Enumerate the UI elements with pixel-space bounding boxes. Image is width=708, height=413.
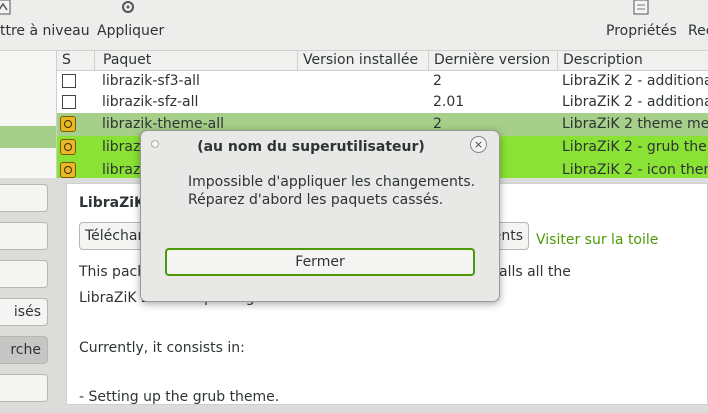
filter-button-search[interactable]: rche bbox=[0, 336, 48, 364]
dialog-message-line2: Réparez d'abord les paquets cassés. bbox=[188, 192, 444, 208]
column-latest-version[interactable]: Dernière version bbox=[429, 51, 558, 70]
error-dialog: (au nom du superutilisateur) × Impossibl… bbox=[140, 130, 500, 302]
properties-icon bbox=[632, 0, 654, 16]
broken-package-icon[interactable] bbox=[60, 162, 76, 178]
dialog-message-line1: Impossible d'appliquer les changements. bbox=[188, 174, 476, 190]
column-installed-version[interactable]: Version installée bbox=[298, 51, 429, 70]
broken-package-icon[interactable] bbox=[60, 139, 76, 155]
filter-button-custom[interactable]: isés bbox=[0, 298, 48, 326]
apply-gear-icon bbox=[118, 0, 140, 16]
description-line: - Setting up the grub theme. bbox=[79, 389, 280, 405]
close-button[interactable]: Fermer bbox=[165, 248, 475, 276]
sidebar-selected-item[interactable] bbox=[0, 126, 56, 148]
filter-button[interactable] bbox=[0, 260, 48, 288]
filter-button[interactable] bbox=[0, 222, 48, 250]
mark-checkbox[interactable] bbox=[62, 95, 76, 109]
filter-buttons: isés rche bbox=[0, 178, 60, 413]
visit-website-link[interactable]: Visiter sur la toile bbox=[536, 232, 658, 248]
description-line: Currently, it consists in: bbox=[79, 340, 245, 356]
filter-button[interactable] bbox=[0, 184, 48, 212]
filter-button[interactable] bbox=[0, 374, 48, 402]
column-status[interactable]: S bbox=[57, 51, 95, 70]
details-title: LibraZiK bbox=[79, 195, 145, 211]
toolbar: ttre à niveau Appliquer Propriétés Rec bbox=[0, 0, 708, 51]
upgrade-button[interactable]: ttre à niveau bbox=[0, 0, 90, 50]
apply-button[interactable]: Appliquer bbox=[96, 0, 166, 50]
search-button[interactable]: Rec bbox=[686, 0, 708, 50]
table-header: S Paquet Version installée Dernière vers… bbox=[57, 51, 708, 71]
description-line: This pack bbox=[79, 264, 146, 280]
close-icon[interactable]: × bbox=[470, 136, 487, 153]
table-row[interactable]: librazik-sfz-all 2.01 LibraZiK 2 - addit… bbox=[57, 91, 708, 114]
description-line: alls all the bbox=[499, 264, 571, 280]
table-row[interactable]: librazik-sf3-all 2 LibraZiK 2 - addition… bbox=[57, 70, 708, 93]
broken-package-icon[interactable] bbox=[60, 116, 76, 132]
properties-button[interactable]: Propriétés bbox=[604, 0, 680, 50]
dialog-title: (au nom du superutilisateur) bbox=[197, 139, 425, 155]
category-sidebar[interactable] bbox=[0, 51, 57, 178]
upgrade-icon bbox=[0, 0, 16, 16]
mark-checkbox[interactable] bbox=[62, 74, 76, 88]
column-package[interactable]: Paquet bbox=[98, 51, 298, 70]
column-description[interactable]: Description bbox=[558, 51, 708, 70]
